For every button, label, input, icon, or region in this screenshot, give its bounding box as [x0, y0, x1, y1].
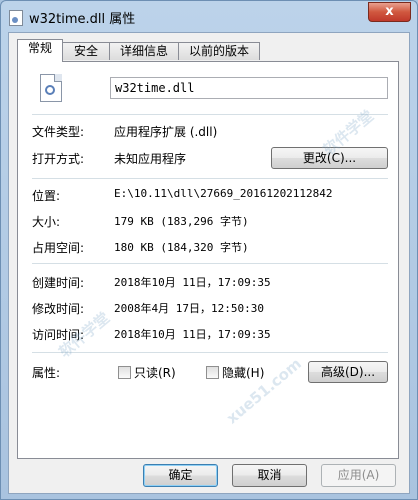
location-label: 位置: [32, 189, 61, 203]
created-label: 创建时间: [32, 276, 85, 290]
created-value: 2018年10月 11日，17:09:35 [114, 276, 271, 289]
tab-general[interactable]: 常规 [17, 39, 63, 62]
dialog-body: 常规 安全 详细信息 以前的版本 w32time.dll 文件类型: 应用程序扩… [8, 32, 410, 494]
dll-file-icon [40, 74, 62, 102]
properties-window: w32time.dll 属性 x 常规 安全 详细信息 以前的版本 w32tim… [0, 0, 418, 500]
gear-icon [45, 85, 55, 95]
apply-button[interactable]: 应用(A) [321, 464, 396, 487]
window-title: w32time.dll 属性 [29, 12, 136, 27]
divider [32, 263, 388, 264]
file-name-input[interactable]: w32time.dll [110, 77, 388, 99]
size-on-disk-label: 占用空间: [32, 241, 85, 255]
cancel-button[interactable]: 取消 [232, 464, 307, 487]
tab-details[interactable]: 详细信息 [109, 42, 179, 60]
tab-security[interactable]: 安全 [62, 42, 110, 60]
readonly-label[interactable]: 只读(R) [134, 364, 176, 381]
opens-with-value: 未知应用程序 [114, 152, 187, 166]
accessed-value: 2018年10月 11日，17:09:35 [114, 328, 271, 341]
location-value: E:\10.11\dll\27669_20161202112842 [114, 187, 333, 200]
file-type-label: 文件类型: [32, 125, 85, 139]
opens-with-label: 打开方式: [32, 152, 85, 166]
file-type-value: 应用程序扩展 (.dll) [114, 125, 218, 139]
modified-label: 修改时间: [32, 302, 85, 316]
close-icon: x [385, 4, 394, 19]
modified-value: 2008年4月 17日，12:50:30 [114, 302, 264, 315]
general-panel: w32time.dll 文件类型: 应用程序扩展 (.dll) 打开方式: 未知… [17, 61, 399, 459]
accessed-label: 访问时间: [32, 328, 85, 342]
divider [32, 178, 388, 179]
readonly-checkbox[interactable] [118, 366, 131, 379]
tab-previous-versions[interactable]: 以前的版本 [178, 42, 260, 60]
ok-button[interactable]: 确定 [143, 464, 218, 487]
size-label: 大小: [32, 215, 61, 229]
file-icon [9, 10, 23, 26]
attributes-label: 属性: [32, 366, 61, 380]
size-on-disk-value: 180 KB (184,320 字节) [114, 241, 249, 254]
hidden-label[interactable]: 隐藏(H) [222, 364, 264, 381]
size-value: 179 KB (183,296 字节) [114, 215, 249, 228]
advanced-button[interactable]: 高级(D)... [308, 361, 388, 383]
divider [32, 352, 388, 353]
title-bar[interactable]: w32time.dll 属性 x [1, 1, 417, 33]
divider [32, 114, 388, 115]
hidden-checkbox[interactable] [206, 366, 219, 379]
change-button[interactable]: 更改(C)... [271, 147, 388, 169]
close-button[interactable]: x [368, 2, 411, 22]
